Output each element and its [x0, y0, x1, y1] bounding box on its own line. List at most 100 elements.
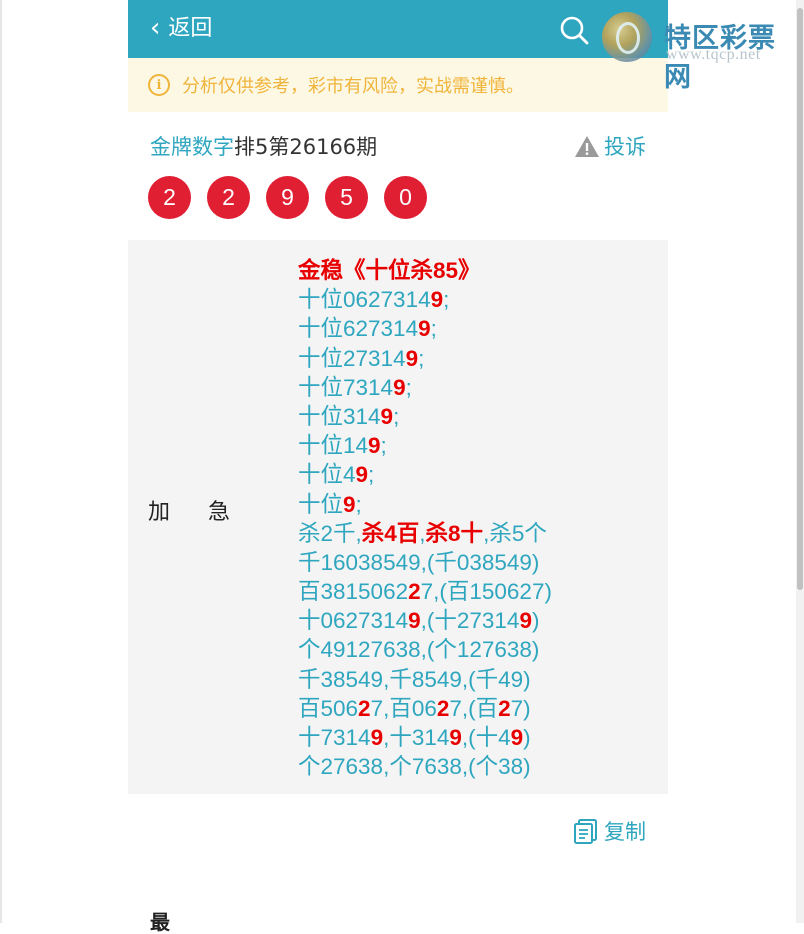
issue-title-row: 金牌数字排5第26166期 投诉 — [150, 130, 646, 162]
prediction-text: ) — [523, 725, 531, 750]
highlight-digit: 9 — [405, 345, 419, 371]
scrollbar-thumb[interactable] — [797, 8, 803, 590]
prediction-text: 百506 — [298, 695, 359, 721]
prediction-text: 千16038549,(千038549) — [298, 549, 540, 575]
prediction-text: 十位7314 — [298, 374, 394, 400]
prediction-line: 金稳《十位杀85》 — [298, 256, 658, 285]
highlight-digit: 9 — [408, 608, 421, 634]
prediction-text: ; — [368, 462, 375, 488]
top-nav-bar: ‹ 返回 — [128, 0, 668, 58]
copy-document-icon — [574, 819, 597, 844]
prediction-text: 7) — [510, 695, 531, 721]
prediction-line: 十位73149; — [298, 373, 658, 402]
prediction-text: 7,百06 — [370, 695, 437, 721]
chevron-left-icon: ‹ — [150, 13, 161, 43]
highlight-digit: 9 — [449, 725, 462, 750]
prediction-line: 十位3149; — [298, 402, 658, 431]
highlight-digit: 2 — [436, 695, 450, 721]
prediction-text: 7,(百 — [449, 695, 499, 721]
prediction-line: 杀2千,杀4百,杀8十,杀5个 — [298, 519, 658, 548]
prediction-line: 十位273149; — [298, 344, 658, 373]
prediction-text: 千38549,千8549,(千49) — [298, 666, 531, 692]
next-section-heading: 最 — [150, 910, 170, 934]
prediction-line: 十06273149,(十273149) — [298, 606, 658, 635]
prediction-text: ) — [531, 608, 540, 634]
highlight-digit: 2 — [408, 579, 421, 605]
highlight-digit: 9 — [510, 725, 524, 750]
back-button[interactable]: ‹ 返回 — [150, 13, 213, 43]
prediction-line: 千16038549,(千038549) — [298, 548, 658, 577]
prediction-text: 个27638,个7638,(个38) — [298, 754, 531, 780]
prediction-text: 十位314 — [298, 403, 381, 429]
highlight-digit: 9 — [519, 608, 532, 634]
prediction-text: 十位062731 — [298, 287, 419, 313]
highlight-digit: 9 — [355, 462, 369, 488]
report-button[interactable]: 投诉 — [574, 131, 646, 161]
result-ball: 0 — [384, 176, 427, 219]
prediction-text: 十7314 — [298, 725, 371, 750]
highlight-digit: 9 — [343, 491, 356, 517]
prediction-line: 十73149,十3149,(十49) — [298, 723, 658, 752]
highlight-digit: 9 — [418, 316, 431, 342]
report-label: 投诉 — [604, 135, 646, 159]
prediction-panel: 加急 金稳《十位杀85》 十位06273149; 十位6273149; 十位27314… — [128, 240, 668, 794]
prediction-line: 个49127638,(个127638) — [298, 635, 658, 664]
result-ball: 5 — [325, 176, 368, 219]
app-page: ‹ 返回 i 分析仅供参考，彩市有风险，实战需谨慎。 金牌数字排5第26166期… — [128, 0, 668, 932]
prediction-line: 十位149; — [298, 431, 658, 460]
prediction-line: 百50627,百0627,(百27) — [298, 694, 658, 723]
logo-site-url: www.tqcp.net — [666, 46, 761, 63]
prediction-line: 十位6273149; — [298, 314, 658, 343]
highlight-digit: 9 — [380, 403, 394, 429]
risk-notice-text: 分析仅供参考，彩市有风险，实战需谨慎。 — [182, 76, 524, 97]
back-label: 返回 — [168, 16, 213, 41]
issue-title: 金牌数字排5第26166期 — [150, 131, 377, 161]
info-circle-icon: i — [148, 74, 170, 96]
prediction-line: 十位06273149; — [298, 285, 658, 314]
prediction-text: ,十314 — [383, 725, 450, 750]
prediction-text: ,(十4 — [461, 725, 511, 750]
prediction-line: 十位9; — [298, 490, 658, 519]
prediction-text: ; — [443, 287, 450, 313]
prediction-text: ; — [418, 345, 425, 371]
highlight-digit: 9 — [430, 287, 444, 313]
highlight-digit: 9 — [370, 725, 384, 750]
warning-triangle-icon — [575, 136, 599, 157]
result-ball: 2 — [207, 176, 250, 219]
prediction-text: 4 — [418, 287, 431, 313]
prediction-text: 十0627314 — [298, 608, 409, 634]
prediction-text: 十位27314 — [298, 345, 406, 371]
prediction-text: ; — [393, 403, 400, 429]
author-link[interactable]: 金牌数字 — [150, 135, 234, 159]
prediction-text: ,杀5个 — [483, 520, 547, 546]
prediction-text: ; — [430, 316, 437, 342]
highlight-digit: 杀8十 — [425, 520, 484, 546]
prediction-content: 金稳《十位杀85》 十位06273149; 十位6273149; 十位273149; 十… — [298, 256, 658, 781]
issue-number: 排5第26166期 — [234, 135, 378, 159]
prediction-line: 十位49; — [298, 460, 658, 489]
prediction-text: ; — [355, 491, 362, 517]
page-edge — [0, 0, 2, 923]
logo-emblem-icon — [602, 12, 652, 62]
prediction-text: 7,(百150627) — [420, 579, 552, 605]
risk-notice-banner: i 分析仅供参考，彩市有风险，实战需谨慎。 — [128, 58, 668, 112]
prediction-text: ; — [405, 374, 412, 400]
prediction-text: 个49127638,(个127638) — [298, 637, 540, 663]
prediction-line: 千38549,千8549,(千49) — [298, 665, 658, 694]
highlight-digit: 2 — [498, 695, 511, 721]
highlight-digit: 2 — [358, 695, 371, 721]
site-watermark-logo[interactable]: 特区彩票网 www.tqcp.net — [600, 8, 800, 92]
search-icon[interactable] — [558, 14, 590, 46]
prediction-text: 百3815062 — [298, 579, 409, 605]
prediction-text: 十位14 — [298, 433, 369, 459]
highlight-digit: 杀4百 — [361, 520, 420, 546]
copy-label: 复制 — [604, 820, 646, 844]
prediction-text: 杀2千, — [298, 520, 362, 546]
copy-button[interactable]: 复制 — [572, 816, 646, 846]
prediction-text: ,(十27314 — [420, 608, 520, 634]
highlight-digit: 9 — [393, 374, 406, 400]
highlight-digit: 金稳《十位杀85》 — [298, 258, 481, 283]
prediction-text: ; — [380, 433, 387, 459]
prediction-text: 十位627314 — [298, 316, 419, 342]
result-number-balls: 2 2 9 5 0 — [148, 176, 443, 219]
